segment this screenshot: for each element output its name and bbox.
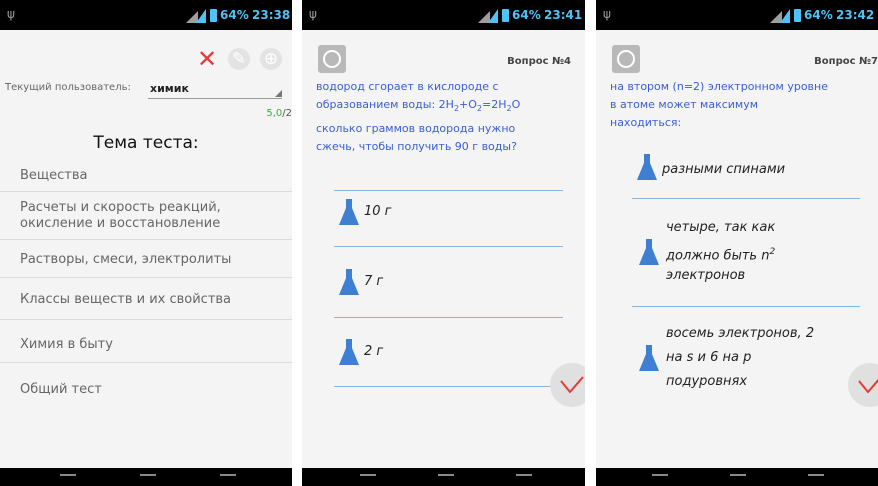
topic-item[interactable]: Классы веществ и их свойства — [0, 280, 292, 320]
score-current: 5,0 — [266, 108, 283, 119]
pencil-icon[interactable]: ✎ — [228, 48, 250, 70]
battery-percent: 64% — [220, 8, 249, 22]
answer-option[interactable]: 10 г — [364, 202, 392, 222]
formula: 2H2+O2=2H2O — [438, 98, 521, 114]
topic-item[interactable]: Растворы, смеси, электролиты — [0, 242, 292, 278]
answer-option[interactable]: 7 г — [364, 272, 383, 292]
question-line: водород сгорает в кислороде с — [316, 80, 499, 93]
nav-bar — [302, 468, 585, 486]
question-line: в атоме может максимум — [610, 98, 759, 111]
home-icon[interactable] — [730, 474, 746, 484]
question-number: Вопрос №4 — [507, 56, 571, 67]
battery-percent: 64% — [804, 8, 833, 22]
screen-question-7: ψ 64% 23:42 Вопрос №7 на втором (n=2) эл… — [596, 0, 878, 486]
flask-icon[interactable] — [638, 343, 660, 373]
clock: 23:41 — [544, 8, 583, 22]
question-content: Вопрос №7 на втором (n=2) электронном ур… — [596, 30, 878, 468]
topic-item[interactable]: Общий тест — [0, 368, 292, 408]
recent-apps-icon[interactable] — [220, 474, 236, 484]
answer-line[interactable]: на s и 6 на p — [666, 348, 751, 368]
recent-apps-icon[interactable] — [516, 474, 532, 484]
home-icon[interactable] — [438, 474, 454, 484]
divider — [334, 190, 563, 191]
clock: 23:38 — [252, 8, 291, 22]
answer-line[interactable]: четыре, так как — [666, 218, 775, 238]
submit-check-button[interactable] — [848, 363, 878, 407]
question-number: Вопрос №7 — [814, 56, 878, 67]
delete-icon[interactable]: ✕ — [196, 45, 218, 73]
answer-line[interactable]: восемь электронов, 2 — [666, 324, 814, 344]
flask-icon[interactable] — [338, 337, 360, 367]
flask-icon[interactable] — [338, 197, 360, 227]
question-text: образованием воды: — [316, 98, 436, 111]
battery-icon — [210, 9, 217, 22]
topic-content: ✕ ✎ ⊕ Текущий пользователь: химик 5,0/2 … — [0, 30, 292, 468]
dropdown-corner-icon — [275, 90, 282, 97]
check-icon — [560, 376, 584, 394]
usb-icon: ψ — [7, 7, 15, 21]
topic-item[interactable]: Химия в быту — [0, 323, 292, 363]
battery-icon — [502, 9, 509, 22]
divider — [334, 386, 563, 387]
screen-question-4: ψ 64% 23:41 Вопрос №4 водород сгорает в … — [302, 0, 585, 486]
answer-line[interactable]: должно быть n2 — [666, 242, 775, 266]
flask-icon[interactable] — [338, 267, 360, 297]
signal-strength-icon — [488, 9, 498, 23]
usb-icon: ψ — [603, 7, 611, 21]
flask-icon[interactable] — [638, 237, 660, 267]
flask-icon[interactable] — [636, 152, 658, 182]
status-bar: ψ 64% 23:38 — [0, 0, 292, 30]
back-icon[interactable] — [360, 474, 376, 484]
answer-option[interactable]: разными спинами — [662, 160, 785, 180]
score: 5,0/2 — [266, 108, 292, 119]
submit-check-button[interactable] — [550, 363, 585, 407]
usb-icon: ψ — [309, 7, 317, 21]
nav-bar — [0, 468, 292, 486]
answer-option[interactable]: 2 г — [364, 342, 383, 362]
current-user-select[interactable]: химик — [150, 82, 189, 95]
plus-circle-icon[interactable]: ⊕ — [260, 48, 282, 70]
screen-topic-select: ψ 64% 23:38 ✕ ✎ ⊕ Текущий пользователь: … — [0, 0, 292, 486]
back-icon[interactable] — [652, 474, 668, 484]
question-content: Вопрос №4 водород сгорает в кислороде с … — [302, 30, 585, 468]
topic-item[interactable]: Расчеты и скорость реакций, окисление и … — [0, 194, 292, 240]
back-icon[interactable] — [60, 474, 76, 484]
divider — [632, 198, 860, 199]
question-line: сколько граммов водорода нужно — [316, 122, 516, 135]
question-line: образованием воды: 2H2+O2=2H2O — [316, 96, 520, 118]
question-line: сжечь, чтобы получить 90 г воды? — [316, 140, 517, 153]
divider — [632, 306, 860, 307]
status-bar: ψ 64% 23:42 — [596, 0, 878, 30]
check-icon — [858, 378, 878, 394]
answer-line[interactable]: электронов — [666, 266, 745, 286]
question-icon — [612, 45, 640, 73]
battery-percent: 64% — [512, 8, 541, 22]
question-icon — [318, 45, 346, 73]
topic-title: Тема теста: — [93, 133, 199, 153]
signal-strength-icon — [196, 9, 206, 23]
home-icon[interactable] — [140, 474, 156, 484]
clock: 23:42 — [836, 8, 875, 22]
divider — [334, 246, 563, 247]
user-select-underline — [148, 98, 282, 99]
signal-strength-icon — [780, 9, 790, 23]
question-line: на втором (n=2) электронном уровне — [610, 80, 828, 93]
divider — [334, 317, 563, 318]
answer-line[interactable]: подуровнях — [666, 372, 747, 392]
status-bar: ψ 64% 23:41 — [302, 0, 585, 30]
score-total: /2 — [282, 108, 292, 119]
nav-bar — [596, 468, 878, 486]
battery-icon — [794, 9, 801, 22]
topic-item[interactable]: Вещества — [0, 160, 292, 192]
current-user-label: Текущий пользователь: — [5, 82, 131, 93]
recent-apps-icon[interactable] — [808, 474, 824, 484]
question-line: находиться: — [610, 116, 682, 129]
